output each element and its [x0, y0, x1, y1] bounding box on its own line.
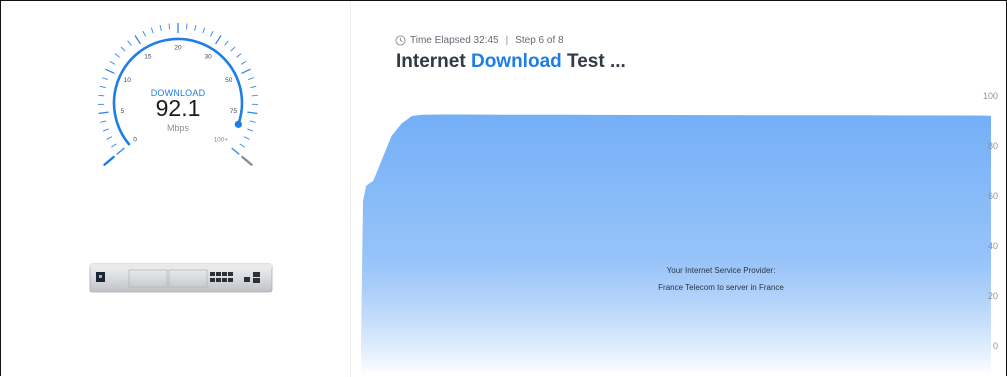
gauge-tick	[99, 85, 106, 89]
gauge-end-needle	[241, 155, 253, 166]
isp-label: Your Internet Service Provider:	[666, 266, 776, 275]
download-area-series	[361, 114, 991, 376]
title-prefix: Internet	[396, 51, 466, 72]
gauge-tick	[101, 77, 108, 80]
gauge-tick	[248, 77, 255, 80]
gauge-tick	[239, 143, 245, 148]
gauge-scale-label: 50	[225, 77, 233, 84]
gauge-tick	[194, 24, 197, 31]
header-separator: |	[505, 35, 509, 46]
gauge-tick	[210, 30, 214, 37]
gauge-tick	[247, 128, 254, 132]
time-elapsed: Time Elapsed 32:45	[410, 35, 499, 46]
gauge-tick	[150, 27, 154, 34]
y-tick-label: 80	[988, 141, 998, 151]
gauge-tick	[100, 120, 107, 123]
gauge-tick	[134, 35, 141, 45]
gauge-tick	[251, 94, 258, 97]
gauge-tick	[243, 136, 250, 140]
gauge-tick	[116, 147, 125, 155]
title-accent: Download	[470, 51, 562, 72]
gauge-tick	[230, 46, 236, 52]
gauge-speed-value: 92.1	[155, 95, 201, 121]
gauge-scale-label: 15	[144, 53, 152, 60]
gauge-scale-label: 100+	[214, 136, 229, 143]
gauge-tick	[185, 23, 188, 30]
gauge-tick	[102, 128, 109, 132]
gauge-tick	[105, 68, 115, 75]
y-tick-label: 60	[988, 191, 998, 201]
y-tick-label: 100	[983, 91, 998, 101]
gauge-tick	[159, 24, 162, 31]
progress-header: Time Elapsed 32:45 | Step 6 of 8	[395, 35, 564, 46]
gauge-start-needle	[103, 155, 115, 166]
gauge-tick	[109, 60, 116, 65]
title-suffix: Test ...	[567, 51, 626, 72]
router-device-icon	[89, 263, 273, 293]
gauge-tick	[224, 40, 229, 46]
gauge-scale-label: 10	[124, 77, 132, 84]
gauge-tick	[247, 111, 258, 115]
step-counter: Step 6 of 8	[515, 35, 564, 46]
gauge-scale-label: 30	[204, 53, 212, 60]
gauge-unit: Mbps	[166, 123, 189, 133]
page-title: Internet Download Test ...	[396, 51, 626, 73]
gauge-tick	[250, 85, 257, 89]
y-tick-label: 40	[988, 241, 998, 251]
gauge-tick	[98, 111, 109, 115]
gauge-tick	[240, 60, 247, 65]
gauge-scale-label: 20	[174, 45, 182, 52]
gauge-tick	[98, 94, 105, 97]
gauge-tick	[142, 30, 146, 37]
gauge-panel: 0 5 10 15 20 30 50 75 100+ DOWNLOAD 92.1 Mbps	[1, 1, 351, 377]
gauge-tick	[249, 120, 256, 123]
test-panel: 100 80 60 40 20 0 Time Elapsed 32:45 | Step 6…	[351, 1, 1006, 377]
gauge-tick	[236, 53, 242, 58]
clock-icon	[395, 35, 406, 46]
y-tick-label: 20	[988, 291, 998, 301]
isp-info: Your Internet Service Provider: France T…	[591, 262, 851, 296]
gauge-tick	[168, 23, 171, 30]
y-tick-label: 0	[993, 341, 998, 351]
gauge-tick	[231, 147, 240, 155]
gauge-tick	[202, 27, 206, 34]
gauge-tick	[127, 40, 132, 46]
gauge-tick	[215, 35, 222, 45]
gauge-tick	[106, 136, 113, 140]
gauge-tick	[241, 68, 251, 75]
isp-value: France Telecom to server in France	[658, 283, 784, 292]
gauge-tick	[120, 46, 126, 52]
gauge-scale-label: 0	[133, 136, 137, 143]
gauge-tick	[111, 143, 117, 148]
gauge-tick	[114, 53, 120, 58]
